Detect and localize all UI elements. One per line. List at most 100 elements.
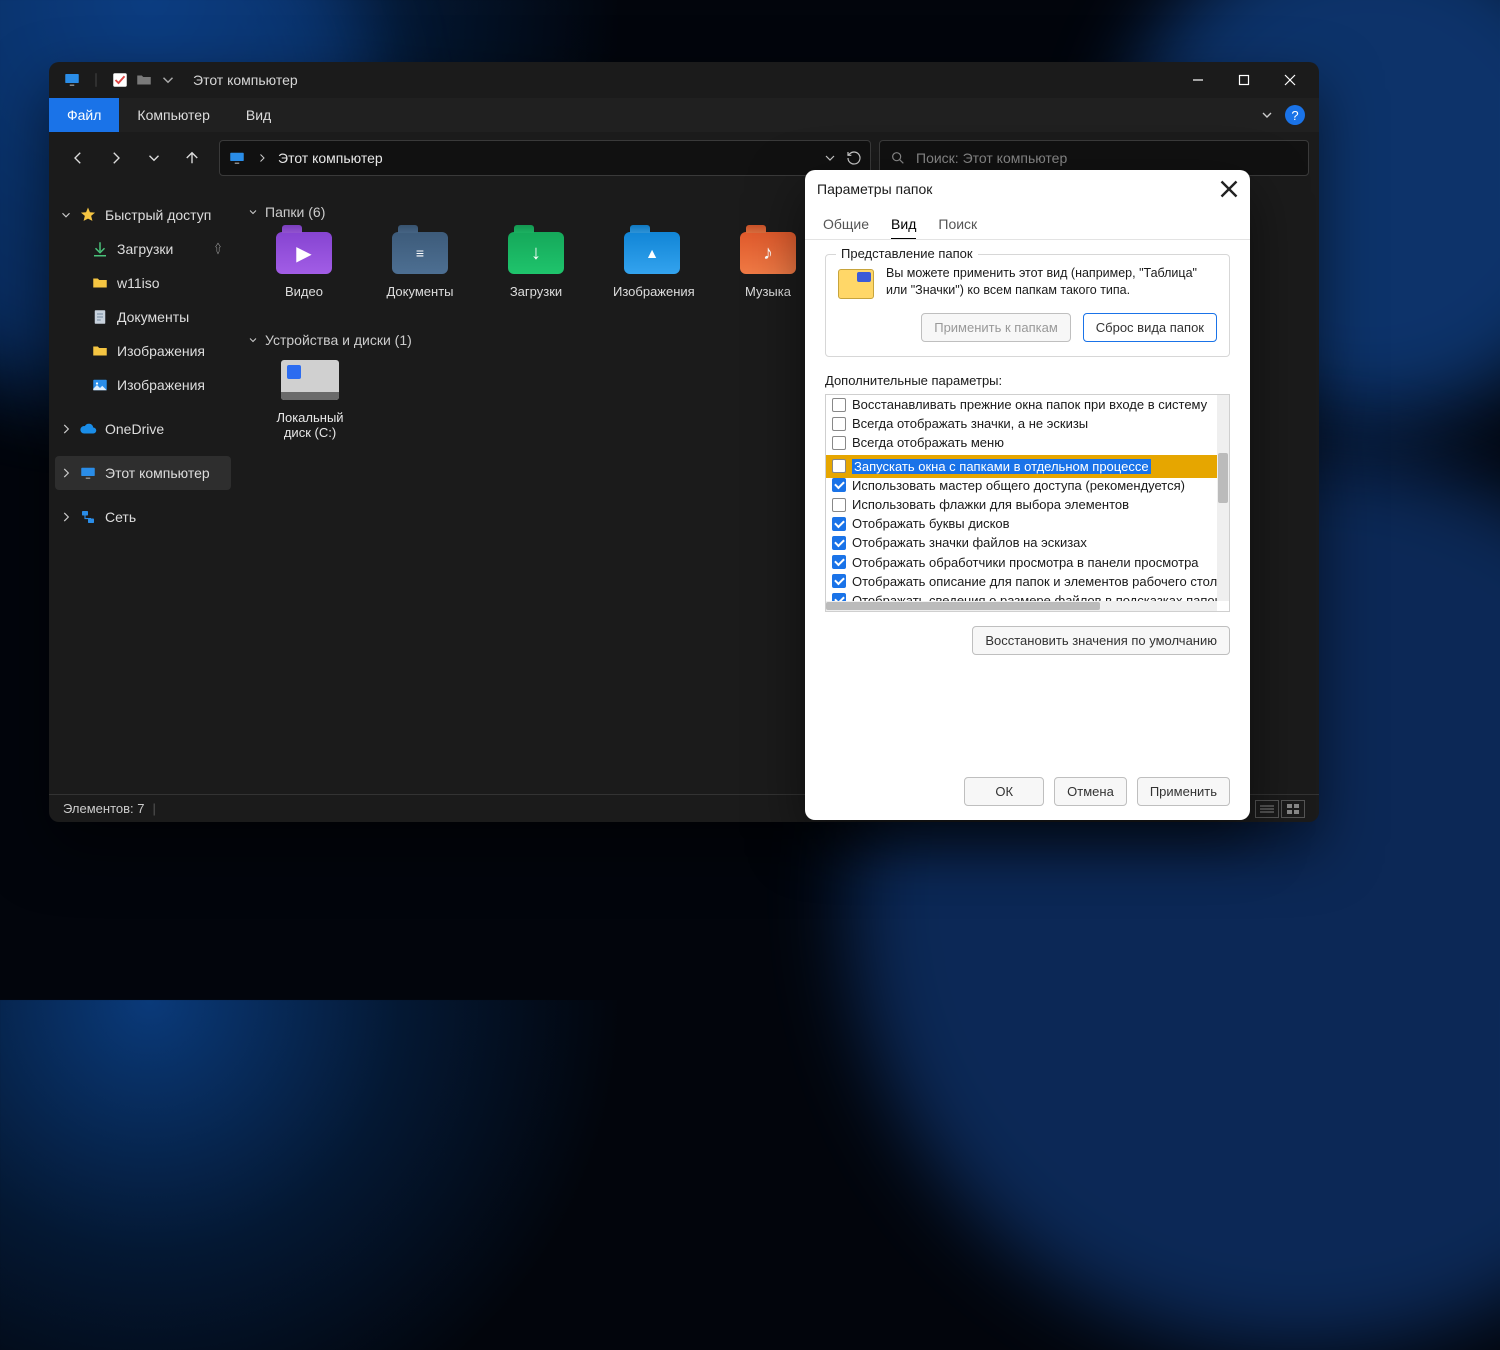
checkbox[interactable]	[832, 459, 846, 473]
label: Изображения	[117, 377, 205, 393]
apply-to-folders-button[interactable]: Применить к папкам	[921, 313, 1071, 342]
minimize-button[interactable]	[1175, 64, 1221, 96]
label: Быстрый доступ	[105, 207, 211, 223]
maximize-button[interactable]	[1221, 64, 1267, 96]
checkbox[interactable]	[832, 417, 846, 431]
cloud-icon	[79, 420, 97, 438]
option-label: Запускать окна с папками в отдельном про…	[852, 459, 1151, 474]
checkbox[interactable]	[832, 593, 846, 601]
scrollbar-horizontal[interactable]	[826, 601, 1217, 611]
advanced-option[interactable]: Запускать окна с папками в отдельном про…	[826, 457, 1217, 476]
advanced-option[interactable]: Отображать обработчики просмотра в панел…	[826, 553, 1217, 572]
reset-folders-button[interactable]: Сброс вида папок	[1083, 313, 1217, 342]
checkbox[interactable]	[832, 498, 846, 512]
advanced-option[interactable]: Отображать буквы дисков	[826, 514, 1217, 533]
view-details-button[interactable]	[1255, 800, 1279, 818]
close-button[interactable]	[1267, 64, 1313, 96]
drive-c[interactable]: Локальный диск (C:)	[265, 360, 355, 440]
chevron-down-icon[interactable]	[1259, 107, 1275, 123]
nav-recent-button[interactable]	[135, 139, 173, 177]
chevron-down-icon[interactable]	[159, 71, 177, 89]
folder-downloads[interactable]: ↓Загрузки	[497, 232, 575, 314]
address-bar[interactable]: Этот компьютер	[219, 140, 871, 176]
folder-documents[interactable]: ≡Документы	[381, 232, 459, 314]
label: Папки (6)	[265, 204, 325, 220]
folder-music[interactable]: ♪Музыка	[729, 232, 807, 314]
label: Видео	[285, 284, 323, 299]
option-label: Отображать буквы дисков	[852, 516, 1010, 531]
advanced-option[interactable]: Всегда отображать значки, а не эскизы	[826, 414, 1217, 433]
cancel-button[interactable]: Отмена	[1054, 777, 1127, 806]
view-icons-button[interactable]	[1281, 800, 1305, 818]
checkbox[interactable]	[832, 436, 846, 450]
nav-back-button[interactable]	[59, 139, 97, 177]
qat-icons	[55, 71, 177, 89]
refresh-icon[interactable]	[846, 150, 862, 166]
sidebar-item-w11iso[interactable]: w11iso	[55, 266, 231, 300]
dialog-close-button[interactable]	[1220, 180, 1238, 198]
label: OneDrive	[105, 421, 164, 437]
chevron-down-icon[interactable]	[822, 150, 838, 166]
label: Этот компьютер	[105, 465, 210, 481]
advanced-option[interactable]: Отображать значки файлов на эскизах	[826, 533, 1217, 552]
address-text: Этот компьютер	[278, 150, 383, 166]
label: Музыка	[745, 284, 791, 299]
nav-forward-button[interactable]	[97, 139, 135, 177]
folder-video[interactable]: ▶Видео	[265, 232, 343, 314]
image-icon	[91, 376, 109, 394]
chevron-down-icon	[247, 206, 259, 218]
advanced-option[interactable]: Всегда отображать меню	[826, 433, 1217, 452]
sidebar-item-pictures-2[interactable]: Изображения	[55, 368, 231, 402]
checkbox[interactable]	[832, 398, 846, 412]
folder-thumb-icon	[838, 269, 874, 299]
folder-pictures[interactable]: ▲Изображения	[613, 232, 691, 314]
sidebar-item-network[interactable]: Сеть	[55, 500, 231, 534]
checkbox[interactable]	[832, 555, 846, 569]
group-title: Представление папок	[836, 246, 978, 261]
label: Устройства и диски (1)	[265, 332, 412, 348]
menu-view[interactable]: Вид	[228, 98, 289, 132]
pin-icon	[211, 242, 225, 256]
nav-up-button[interactable]	[173, 139, 211, 177]
advanced-option[interactable]: Использовать мастер общего доступа (реко…	[826, 476, 1217, 495]
tab-general[interactable]: Общие	[823, 210, 869, 239]
chevron-down-icon	[247, 334, 259, 346]
advanced-option[interactable]: Восстанавливать прежние окна папок при в…	[826, 395, 1217, 414]
checkbox[interactable]	[832, 574, 846, 588]
network-icon	[79, 508, 97, 526]
ok-button[interactable]: ОК	[964, 777, 1044, 806]
apply-button[interactable]: Применить	[1137, 777, 1230, 806]
help-icon[interactable]: ?	[1285, 105, 1305, 125]
sidebar-item-onedrive[interactable]: OneDrive	[55, 412, 231, 446]
restore-defaults-button[interactable]: Восстановить значения по умолчанию	[972, 626, 1230, 655]
checkbox[interactable]	[832, 536, 846, 550]
menubar: Файл Компьютер Вид ?	[49, 98, 1319, 132]
sidebar-item-quick-access[interactable]: Быстрый доступ	[55, 198, 231, 232]
star-icon	[79, 206, 97, 224]
advanced-option[interactable]: Отображать сведения о размере файлов в п…	[826, 591, 1217, 601]
search-icon	[890, 150, 906, 166]
sidebar-item-documents[interactable]: Документы	[55, 300, 231, 334]
option-label: Отображать сведения о размере файлов в п…	[852, 593, 1217, 601]
dialog-tabs: Общие Вид Поиск	[805, 208, 1250, 239]
sidebar-item-downloads[interactable]: Загрузки	[55, 232, 231, 266]
label: Изображения	[117, 343, 205, 359]
pc-icon	[228, 149, 246, 167]
folder-views-group: Представление папок Вы можете применить …	[825, 254, 1230, 357]
sidebar-item-this-pc[interactable]: Этот компьютер	[55, 456, 231, 490]
tab-search[interactable]: Поиск	[938, 210, 977, 239]
checkbox[interactable]	[832, 517, 846, 531]
label: Локальный диск (C:)	[276, 410, 343, 440]
menu-computer[interactable]: Компьютер	[119, 98, 227, 132]
advanced-settings-list[interactable]: Восстанавливать прежние окна папок при в…	[825, 394, 1230, 612]
checkbox[interactable]	[832, 478, 846, 492]
sidebar-item-pictures-1[interactable]: Изображения	[55, 334, 231, 368]
label: Загрузки	[117, 241, 173, 257]
scrollbar-vertical[interactable]	[1217, 395, 1229, 601]
advanced-option[interactable]: Использовать флажки для выбора элементов	[826, 495, 1217, 514]
menu-file[interactable]: Файл	[49, 98, 119, 132]
advanced-option[interactable]: Отображать описание для папок и элементо…	[826, 572, 1217, 591]
folder-icon	[91, 342, 109, 360]
tab-view[interactable]: Вид	[891, 210, 916, 240]
chevron-down-icon	[59, 208, 73, 222]
